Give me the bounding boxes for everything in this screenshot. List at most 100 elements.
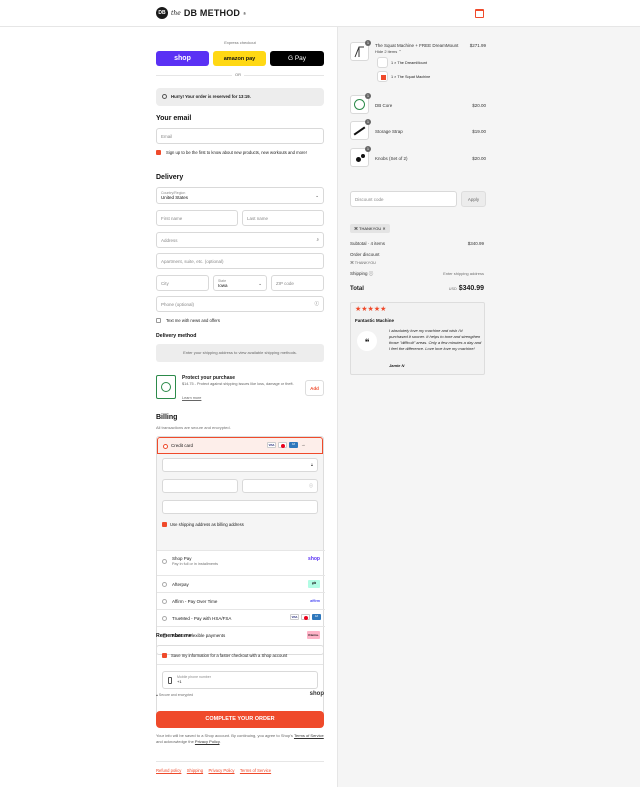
legal-text-part: Your info will be saved to a Shop accoun… bbox=[156, 733, 294, 738]
newsletter-label: Sign up to be the first to know about ne… bbox=[166, 150, 307, 155]
secure-text: Secure and encrypted bbox=[158, 693, 194, 697]
review-text: I absolutely love my machine and wish I'… bbox=[389, 328, 482, 351]
billing-subtitle: All transactions are secure and encrypte… bbox=[156, 425, 231, 430]
logo[interactable]: DB the DB METHOD ® bbox=[156, 7, 246, 19]
learn-more-link[interactable]: Learn more bbox=[182, 396, 201, 400]
shipping-value: Enter shipping address bbox=[443, 271, 484, 276]
complete-order-button[interactable]: COMPLETE YOUR ORDER bbox=[156, 711, 324, 728]
quantity-badge: 1 bbox=[365, 146, 371, 152]
amex-icon: AX bbox=[289, 442, 298, 448]
logo-prefix: the bbox=[171, 9, 181, 17]
affirm-option[interactable]: Affirm - Pay Over Time affirm bbox=[157, 592, 325, 609]
apartment-input[interactable]: Apartment, suite, etc. (optional) bbox=[156, 253, 324, 269]
radio bbox=[162, 616, 167, 621]
discount-code-input[interactable]: Discount code bbox=[350, 191, 457, 207]
card-brands: VISA AX bbox=[288, 614, 321, 620]
protect-purchase: Protect your purchase $14.75 - Protect a… bbox=[156, 374, 324, 404]
hide-items-label: Hide 2 items bbox=[375, 49, 398, 54]
order-discount-label: Order discount bbox=[350, 252, 380, 257]
shield-check-icon bbox=[156, 375, 176, 399]
rating-stars: ★★★★★ bbox=[355, 306, 387, 313]
amazon-pay-button[interactable]: amazon pay bbox=[213, 51, 266, 66]
visa-icon: VISA bbox=[290, 614, 299, 620]
card-number-input[interactable]: 🔒︎ bbox=[162, 458, 318, 472]
email-input[interactable]: Email bbox=[156, 128, 324, 144]
text-offers-checkbox[interactable] bbox=[156, 318, 161, 325]
help-icon[interactable]: ⓘ bbox=[315, 301, 320, 307]
country-select[interactable]: Country/Region United States ⌄ bbox=[156, 187, 324, 204]
info-icon[interactable]: ⓘ bbox=[369, 271, 374, 276]
product-price: $19.00 bbox=[472, 129, 486, 134]
phone-icon bbox=[168, 677, 172, 684]
shop-pay-label: Shop Pay bbox=[172, 556, 192, 561]
product-price: $271.99 bbox=[469, 43, 486, 48]
state-select[interactable]: State Iowa ⌄ bbox=[213, 275, 267, 291]
privacy-policy-link[interactable]: Privacy Policy bbox=[208, 768, 234, 773]
privacy-link[interactable]: Privacy Policy bbox=[195, 739, 220, 744]
refund-policy-link[interactable]: Refund policy bbox=[156, 768, 181, 773]
expiration-input[interactable] bbox=[162, 479, 238, 493]
save-info-label: Save my information for a faster checkou… bbox=[171, 653, 288, 658]
protect-title: Protect your purchase bbox=[182, 375, 236, 381]
quantity-badge: 1 bbox=[365, 93, 371, 99]
product-name: The Squat Machine + FREE DreamMount bbox=[375, 43, 459, 48]
address-input[interactable]: Address ⌕ bbox=[156, 232, 324, 248]
truemed-option[interactable]: TrueMed - Pay with HSA/FSA VISA AX bbox=[157, 609, 325, 626]
delivery-method-title: Delivery method bbox=[156, 333, 197, 339]
hide-items-toggle[interactable]: Hide 2 items ⌃ bbox=[375, 49, 402, 54]
secure-note: 🔒︎ Secure and encrypted bbox=[156, 693, 193, 697]
product-thumbnail: 1 bbox=[350, 146, 371, 167]
total-label: Total bbox=[350, 286, 364, 292]
shopping-bag-icon[interactable] bbox=[475, 9, 484, 18]
same-billing-checkbox[interactable] bbox=[162, 522, 167, 529]
first-name-input[interactable]: First name bbox=[156, 210, 238, 226]
express-checkout-label: Express checkout bbox=[224, 40, 256, 45]
shop-pay-button[interactable]: shop bbox=[156, 51, 209, 66]
delivery-section-title: Delivery bbox=[156, 174, 184, 181]
shipping-label: Shipping ⓘ bbox=[350, 271, 373, 277]
review-author: Jamie N bbox=[389, 363, 405, 368]
subtotal-value: $340.99 bbox=[467, 241, 484, 246]
save-info-checkbox[interactable] bbox=[162, 653, 167, 660]
protect-text: $14.75 - Protect against shipping issues… bbox=[182, 382, 294, 386]
apply-button[interactable]: Apply bbox=[461, 191, 486, 207]
card-brands: VISA AX → bbox=[265, 442, 306, 448]
newsletter-checkbox[interactable] bbox=[156, 150, 161, 157]
help-icon[interactable]: ⓘ bbox=[309, 483, 313, 489]
footer-links: Refund policy Shipping Privacy Policy Te… bbox=[156, 768, 275, 774]
mastercard-icon bbox=[301, 614, 310, 620]
lock-icon: 🔒︎ bbox=[156, 693, 158, 697]
card-form: 🔒︎ ⓘ Use shipping address as billing add… bbox=[157, 454, 323, 550]
city-input[interactable]: City bbox=[156, 275, 209, 291]
mobile-phone-input[interactable]: Mobile phone number +1 bbox=[162, 671, 318, 689]
name-on-card-input[interactable] bbox=[162, 500, 318, 514]
terms-link[interactable]: Terms of Service bbox=[294, 733, 324, 738]
terms-of-service-link[interactable]: Terms of Service bbox=[240, 768, 271, 773]
add-protection-button[interactable]: Add bbox=[305, 380, 324, 396]
shipping-link[interactable]: Shipping bbox=[187, 768, 203, 773]
google-pay-button[interactable]: G Pay bbox=[270, 51, 324, 66]
quantity-badge: 1 bbox=[365, 119, 371, 125]
product-price: $20.00 bbox=[472, 156, 486, 161]
delivery-method-notice: Enter your shipping address to view avai… bbox=[156, 344, 324, 362]
currency-label: USD bbox=[448, 287, 457, 291]
reservation-banner: Hurry! Your order is reserved for 13:19. bbox=[156, 88, 324, 106]
chevron-down-icon: ⌄ bbox=[315, 193, 319, 198]
search-icon: ⌕ bbox=[316, 237, 319, 242]
tag-icon: ⌘ bbox=[354, 226, 358, 231]
remove-discount-icon[interactable]: ✕ bbox=[382, 226, 385, 231]
last-name-input[interactable]: Last name bbox=[242, 210, 324, 226]
billing-title: Billing bbox=[156, 414, 178, 421]
shop-pay-option[interactable]: Shop Pay Pay in full or in installments … bbox=[157, 550, 325, 575]
shipping-label-text: Shipping bbox=[350, 271, 368, 276]
security-code-input[interactable]: ⓘ bbox=[242, 479, 318, 493]
afterpay-option[interactable]: Afterpay ⇄ bbox=[157, 575, 325, 592]
chevron-up-icon: ⌃ bbox=[398, 49, 402, 54]
visa-icon: VISA bbox=[267, 442, 276, 448]
sub-item-thumbnail bbox=[377, 71, 388, 82]
credit-card-option[interactable]: Credit card VISA AX → bbox=[157, 437, 323, 454]
phone-placeholder: Phone (optional) bbox=[161, 302, 195, 307]
affirm-logo: affirm bbox=[310, 599, 320, 603]
phone-input[interactable]: Phone (optional) ⓘ bbox=[156, 296, 324, 312]
zip-input[interactable]: ZIP code bbox=[271, 275, 324, 291]
